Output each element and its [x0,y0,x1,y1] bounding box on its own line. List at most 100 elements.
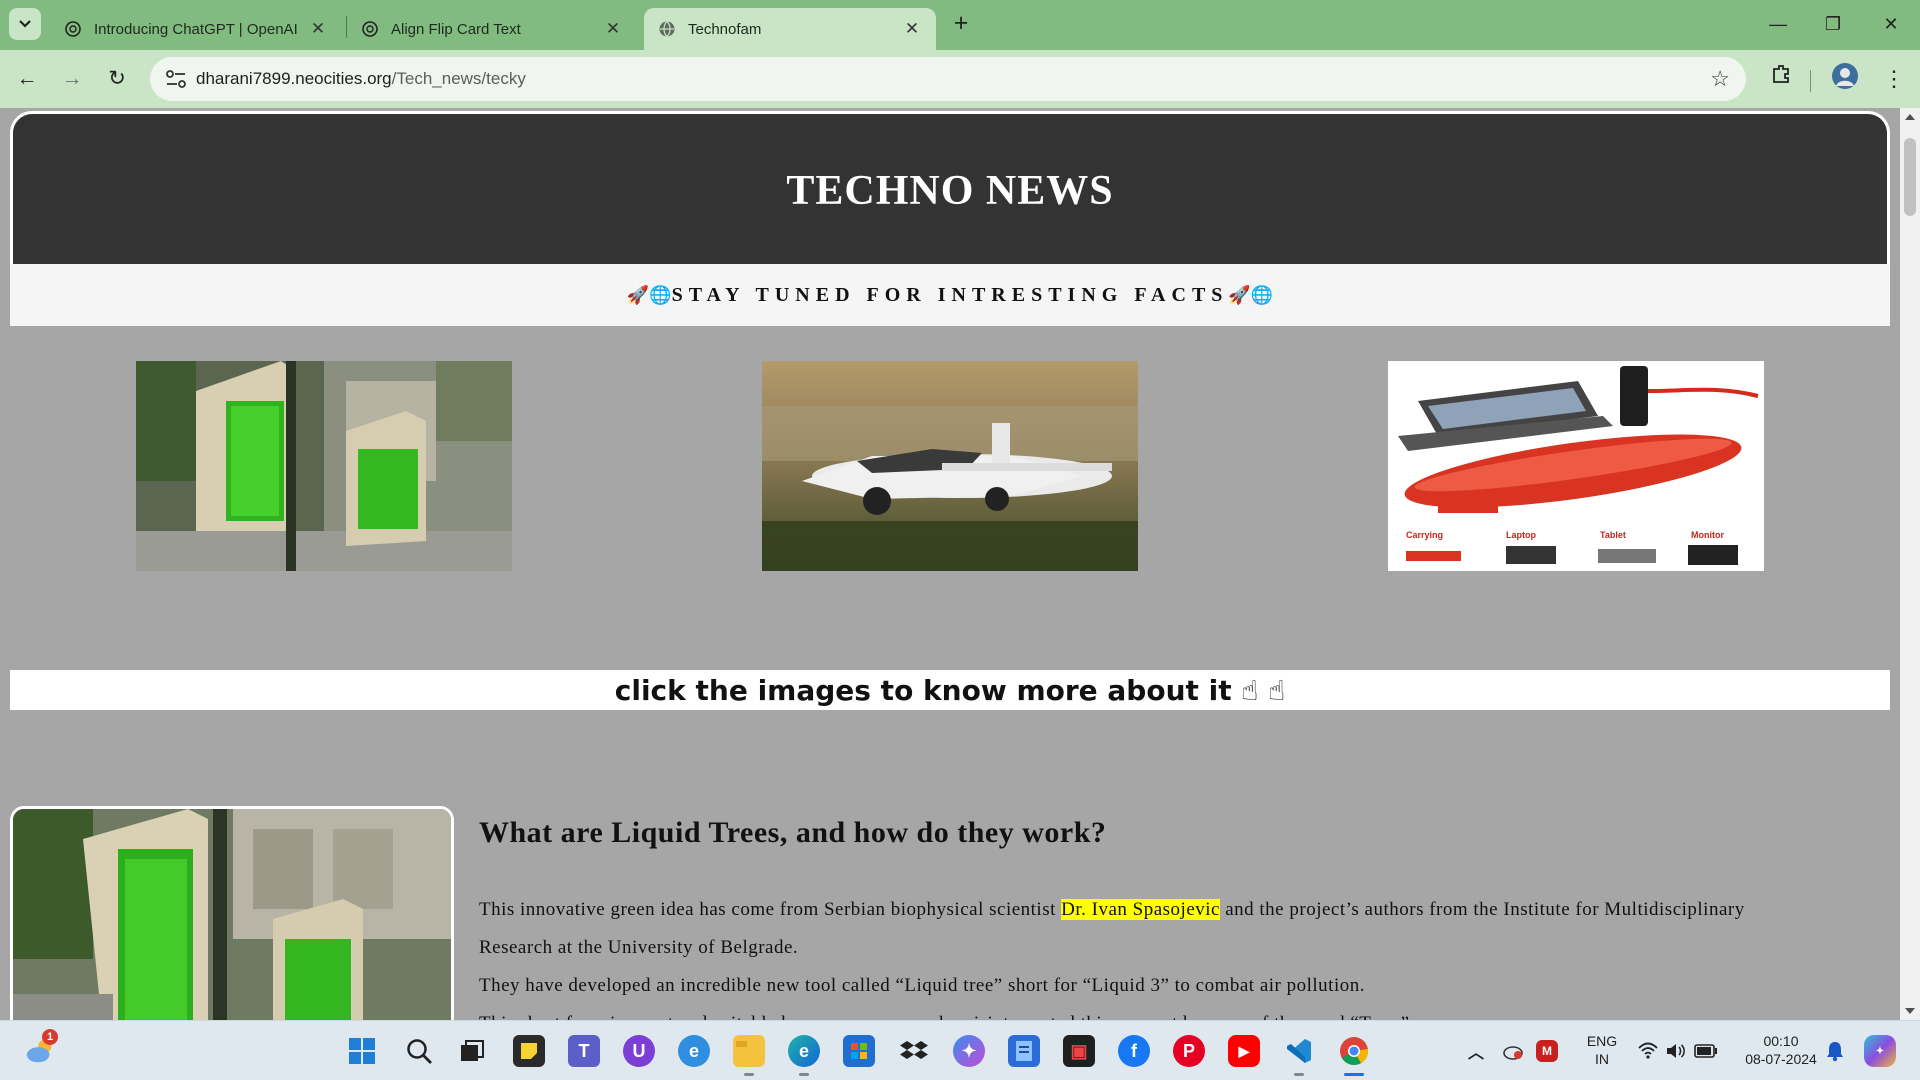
new-tab-button[interactable]: + [947,10,975,38]
tab-technofam[interactable]: Technofam ✕ [644,8,936,50]
article-paragraph: This innovative green idea has come from… [479,891,1779,967]
pinterest-icon: P [1182,1040,1195,1061]
dropbox-icon [900,1041,928,1059]
store-bag-icon [851,1043,867,1059]
close-window-button[interactable]: ✕ [1871,8,1911,40]
chrome-icon [1340,1037,1369,1065]
tab-title: Introducing ChatGPT | OpenAI [94,20,298,38]
paragraph-text: This innovative green idea has come from… [479,899,1062,920]
task-view-icon [461,1040,484,1061]
copilot-preview-icon[interactable]: ✦ [1864,1035,1896,1067]
monitor-label: Monitor [1691,530,1724,540]
pre-badge-icon: ✦ [1875,1045,1885,1057]
running-indicator [799,1073,809,1076]
antivirus-icon[interactable]: M [1536,1040,1558,1062]
portable-computer-image[interactable]: Carrying Laptop Tablet Monitor [1388,361,1764,571]
windows-taskbar: 1 T U e e ✦ ▣ f P ▶ ︿ M ENG IN 00:10 08-07… [0,1020,1920,1080]
carrying-label: Carrying [1406,530,1443,540]
folder-icon [736,1041,762,1061]
start-button[interactable] [346,1035,378,1067]
facebook-icon: f [1131,1040,1137,1061]
cta-label: click the images to know more about it [614,673,1232,707]
show-hidden-icons-button[interactable]: ︿ [1460,1035,1492,1067]
back-button[interactable]: ← [12,64,42,94]
article-image[interactable] [10,806,454,1020]
tab-strip: Introducing ChatGPT | OpenAI ✕ Align Fli… [0,0,1920,50]
reload-button[interactable]: ↻ [102,64,132,94]
openai-icon [65,21,81,37]
highlighted-name: Dr. Ivan Spasojevic [1061,899,1220,920]
purple-app[interactable]: U [623,1035,655,1067]
copilot-app[interactable]: ✦ [953,1035,985,1067]
notifications-bell-icon[interactable] [1819,1035,1851,1067]
battery-icon[interactable] [1690,1035,1722,1067]
bookmark-star-icon[interactable]: ☆ [1710,66,1730,92]
restore-button[interactable]: ❐ [1813,8,1853,40]
tagline-text: STAY TUNED FOR INTRESTING FACTS [671,283,1229,306]
language-indicator[interactable]: ENG IN [1580,1032,1624,1068]
media-app[interactable]: ▣ [1063,1035,1095,1067]
page-viewport: TECHNO NEWS 🚀🌐STAY TUNED FOR INTRESTING … [0,108,1920,1020]
site-info-icon[interactable] [164,68,188,90]
scrollbar-thumb[interactable] [1904,138,1916,216]
tab-title: Align Flip Card Text [391,20,521,38]
sticky-notes-icon [521,1043,537,1059]
notepad-app[interactable] [1008,1035,1040,1067]
edge-icon: e [798,1040,809,1061]
scroll-up-arrow-icon[interactable] [1905,114,1915,120]
time-text: 00:10 [1763,1033,1799,1049]
flying-car-image[interactable] [762,361,1138,571]
cloud-sync-icon[interactable] [1497,1035,1529,1067]
search-button[interactable] [403,1035,435,1067]
weather-widget[interactable]: 1 [24,1029,58,1067]
close-icon[interactable]: ✕ [308,19,328,39]
cta-text: click the images to know more about it ☝… [615,674,1286,707]
tab-search-button[interactable] [9,8,41,40]
volume-icon[interactable] [1660,1035,1692,1067]
language-text: ENG [1586,1033,1618,1049]
youtube-play-icon: ▶ [1238,1042,1250,1059]
browser-toolbar: ← → ↻ dharani7899.neocities.org/Tech_new… [0,50,1920,108]
tagline-bar: 🚀🌐STAY TUNED FOR INTRESTING FACTS🚀🌐 [10,264,1890,326]
forward-button[interactable]: → [57,64,87,94]
profile-avatar[interactable] [1828,62,1862,96]
vertical-scrollbar[interactable] [1900,108,1920,1020]
chrome-app[interactable] [1338,1035,1370,1067]
search-icon [407,1039,432,1064]
toolbar-divider [1810,70,1811,92]
close-icon[interactable]: ✕ [603,19,623,39]
tablet-label: Tablet [1600,530,1626,540]
ie-app[interactable]: e [678,1035,710,1067]
rocket-globe-emoji: 🚀🌐 [1228,284,1274,305]
youtube-app[interactable]: ▶ [1228,1035,1260,1067]
pinterest-app[interactable]: P [1173,1035,1205,1067]
notification-badge: 1 [42,1029,58,1045]
dropbox-app[interactable] [898,1035,930,1067]
article-paragraph: This short form is smart and suitable be… [479,1005,1779,1020]
extensions-icon[interactable] [1764,62,1798,96]
task-view-button[interactable] [456,1035,488,1067]
sticky-notes-app[interactable] [513,1035,545,1067]
edge-app[interactable]: e [788,1035,820,1067]
address-bar[interactable]: dharani7899.neocities.org/Tech_news/teck… [150,57,1746,101]
site-header: TECHNO NEWS [10,111,1890,267]
facebook-app[interactable]: f [1118,1035,1150,1067]
tab-align-flip-card[interactable]: Align Flip Card Text ✕ [347,8,637,50]
vscode-icon [1287,1039,1311,1063]
vscode-app[interactable] [1283,1035,1315,1067]
close-icon[interactable]: ✕ [902,19,922,39]
teams-app[interactable]: T [568,1035,600,1067]
browser-menu-icon[interactable]: ⋮ [1877,62,1911,96]
teams-icon: T [578,1040,590,1061]
article-paragraph: They have developed an incredible new to… [479,975,1365,996]
copilot-icon: ✦ [961,1040,977,1061]
scroll-down-arrow-icon[interactable] [1905,1008,1915,1014]
clock[interactable]: 00:10 08-07-2024 [1738,1032,1824,1068]
url-host: dharani7899.neocities.org [196,69,392,88]
tab-chatgpt[interactable]: Introducing ChatGPT | OpenAI ✕ [50,8,342,50]
minimize-button[interactable]: — [1758,8,1798,40]
store-app[interactable] [843,1035,875,1067]
site-title: TECHNO NEWS [786,167,1114,214]
liquid-tree-image[interactable] [136,361,512,571]
file-explorer-app[interactable] [733,1035,765,1067]
